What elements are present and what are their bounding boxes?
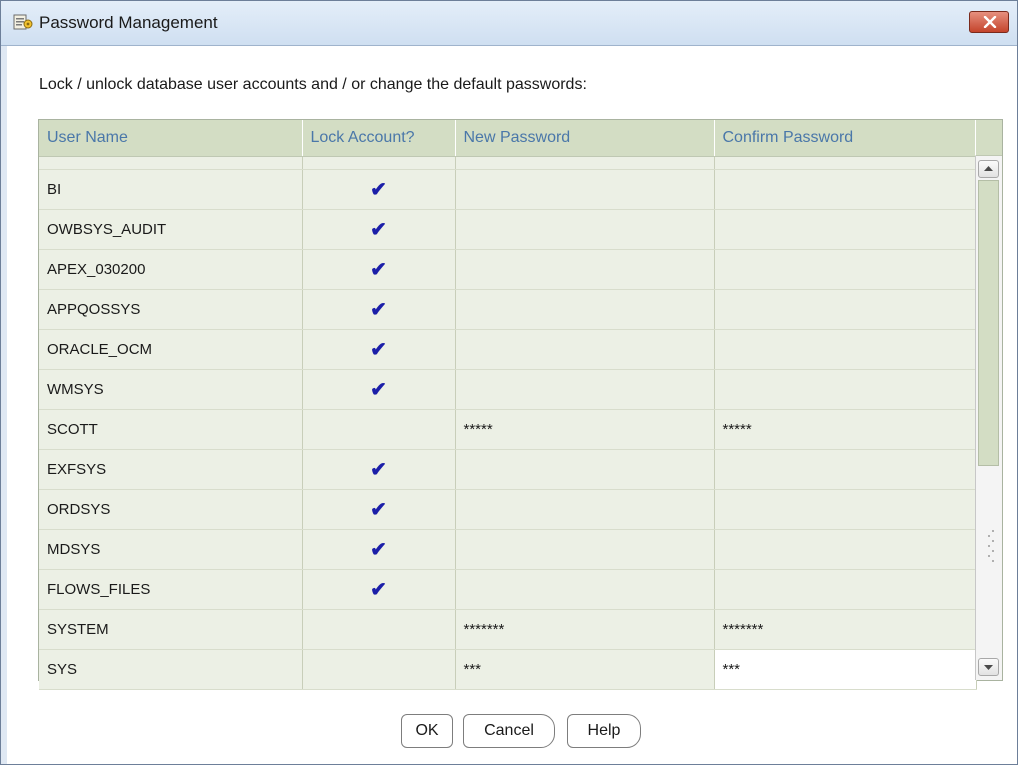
dialog-buttons: OK Cancel Help <box>1 714 1017 748</box>
scroll-down-button[interactable] <box>978 658 999 676</box>
user-name-cell[interactable]: APPQOSSYS <box>39 289 303 330</box>
user-accounts-table: User Name Lock Account? New Password Con… <box>38 119 1003 690</box>
db-config-icon <box>13 12 33 32</box>
cancel-button[interactable]: Cancel <box>463 714 555 748</box>
user-name-cell[interactable]: SYSTEM <box>39 609 303 650</box>
new-password-cell[interactable] <box>455 329 715 370</box>
new-password-cell[interactable]: *** <box>455 649 715 690</box>
lock-account-checkbox[interactable]: ✔ <box>302 329 456 370</box>
accounts-grid: User Name Lock Account? New Password Con… <box>39 120 977 690</box>
new-password-cell[interactable]: ***** <box>455 409 715 450</box>
confirm-password-cell[interactable] <box>714 289 977 330</box>
triangle-up-icon <box>984 166 993 171</box>
new-password-cell[interactable] <box>455 529 715 570</box>
close-button[interactable] <box>969 11 1009 33</box>
confirm-password-cell[interactable] <box>714 489 977 530</box>
table-header-row: User Name Lock Account? New Password Con… <box>39 120 977 157</box>
partial-cell <box>39 156 303 170</box>
confirm-password-cell[interactable]: *** <box>714 649 977 690</box>
new-password-cell[interactable] <box>455 449 715 490</box>
lock-account-checkbox[interactable]: ✔ <box>302 489 456 530</box>
confirm-password-cell[interactable] <box>714 209 977 250</box>
user-name-cell[interactable]: WMSYS <box>39 369 303 410</box>
confirm-password-cell[interactable] <box>714 449 977 490</box>
lock-account-checkbox[interactable]: ✔ <box>302 529 456 570</box>
lock-account-checkbox[interactable]: ✔ <box>302 369 456 410</box>
confirm-password-cell[interactable] <box>714 529 977 570</box>
user-name-cell[interactable]: OWBSYS_AUDIT <box>39 209 303 250</box>
close-x-icon <box>983 16 997 28</box>
confirm-password-cell[interactable] <box>714 369 977 410</box>
vertical-scrollbar[interactable] <box>975 156 1002 680</box>
table-row[interactable]: ORDSYS ✔ <box>39 489 977 530</box>
user-name-cell[interactable]: ORACLE_OCM <box>39 329 303 370</box>
lock-account-checkbox[interactable]: ✔ <box>302 449 456 490</box>
column-header-lock-account[interactable]: Lock Account? <box>302 120 456 157</box>
left-border-strip <box>1 46 7 764</box>
confirm-password-cell[interactable]: ******* <box>714 609 977 650</box>
new-password-cell[interactable] <box>455 249 715 290</box>
confirm-password-cell[interactable]: ***** <box>714 409 977 450</box>
scroll-thumb[interactable] <box>978 180 999 466</box>
lock-account-checkbox[interactable]: ✔ <box>302 169 456 210</box>
new-password-cell[interactable] <box>455 569 715 610</box>
resize-grip-icon <box>988 530 994 562</box>
lock-account-checkbox[interactable]: ✔ <box>302 209 456 250</box>
title-bar[interactable]: Password Management <box>1 1 1017 46</box>
window-title: Password Management <box>39 13 218 32</box>
user-name-cell[interactable]: EXFSYS <box>39 449 303 490</box>
table-row-partial <box>39 156 977 170</box>
new-password-cell[interactable] <box>455 209 715 250</box>
column-header-user-name[interactable]: User Name <box>39 120 303 157</box>
table-row[interactable]: SCOTT ***** ***** <box>39 409 977 450</box>
user-name-cell[interactable]: ORDSYS <box>39 489 303 530</box>
table-row[interactable]: OWBSYS_AUDIT ✔ <box>39 209 977 250</box>
table-row[interactable]: APPQOSSYS ✔ <box>39 289 977 330</box>
partial-cell <box>455 156 715 170</box>
table-row[interactable]: MDSYS ✔ <box>39 529 977 570</box>
confirm-password-cell[interactable] <box>714 169 977 210</box>
new-password-cell[interactable] <box>455 489 715 530</box>
column-header-new-password[interactable]: New Password <box>455 120 715 157</box>
lock-account-checkbox[interactable] <box>302 609 456 650</box>
user-name-cell[interactable]: SCOTT <box>39 409 303 450</box>
new-password-cell[interactable] <box>455 169 715 210</box>
password-management-dialog: Password Management Lock / unlock databa… <box>0 0 1018 765</box>
table-row[interactable]: SYS *** *** <box>39 649 977 690</box>
header-corner <box>975 120 1002 156</box>
table-row[interactable]: WMSYS ✔ <box>39 369 977 410</box>
table-row[interactable]: APEX_030200 ✔ <box>39 249 977 290</box>
user-name-cell[interactable]: SYS <box>39 649 303 690</box>
lock-account-checkbox[interactable]: ✔ <box>302 569 456 610</box>
lock-account-checkbox[interactable] <box>302 409 456 450</box>
triangle-down-icon <box>984 665 993 670</box>
confirm-password-cell[interactable] <box>714 569 977 610</box>
new-password-cell[interactable] <box>455 289 715 330</box>
ok-button[interactable]: OK <box>401 714 453 748</box>
table-row[interactable]: SYSTEM ******* ******* <box>39 609 977 650</box>
new-password-cell[interactable] <box>455 369 715 410</box>
user-name-cell[interactable]: BI <box>39 169 303 210</box>
table-row[interactable]: ORACLE_OCM ✔ <box>39 329 977 370</box>
confirm-password-cell[interactable] <box>714 249 977 290</box>
user-name-cell[interactable]: FLOWS_FILES <box>39 569 303 610</box>
confirm-password-cell[interactable] <box>714 329 977 370</box>
new-password-cell[interactable]: ******* <box>455 609 715 650</box>
partial-cell <box>714 156 977 170</box>
user-name-cell[interactable]: APEX_030200 <box>39 249 303 290</box>
table-row[interactable]: FLOWS_FILES ✔ <box>39 569 977 610</box>
table-row[interactable]: BI ✔ <box>39 169 977 210</box>
partial-cell <box>302 156 456 170</box>
user-name-cell[interactable]: MDSYS <box>39 529 303 570</box>
column-header-confirm-password[interactable]: Confirm Password <box>714 120 977 157</box>
scroll-up-button[interactable] <box>978 160 999 178</box>
instruction-text: Lock / unlock database user accounts and… <box>39 76 587 93</box>
help-button[interactable]: Help <box>567 714 641 748</box>
lock-account-checkbox[interactable] <box>302 649 456 690</box>
lock-account-checkbox[interactable]: ✔ <box>302 289 456 330</box>
table-row[interactable]: EXFSYS ✔ <box>39 449 977 490</box>
lock-account-checkbox[interactable]: ✔ <box>302 249 456 290</box>
